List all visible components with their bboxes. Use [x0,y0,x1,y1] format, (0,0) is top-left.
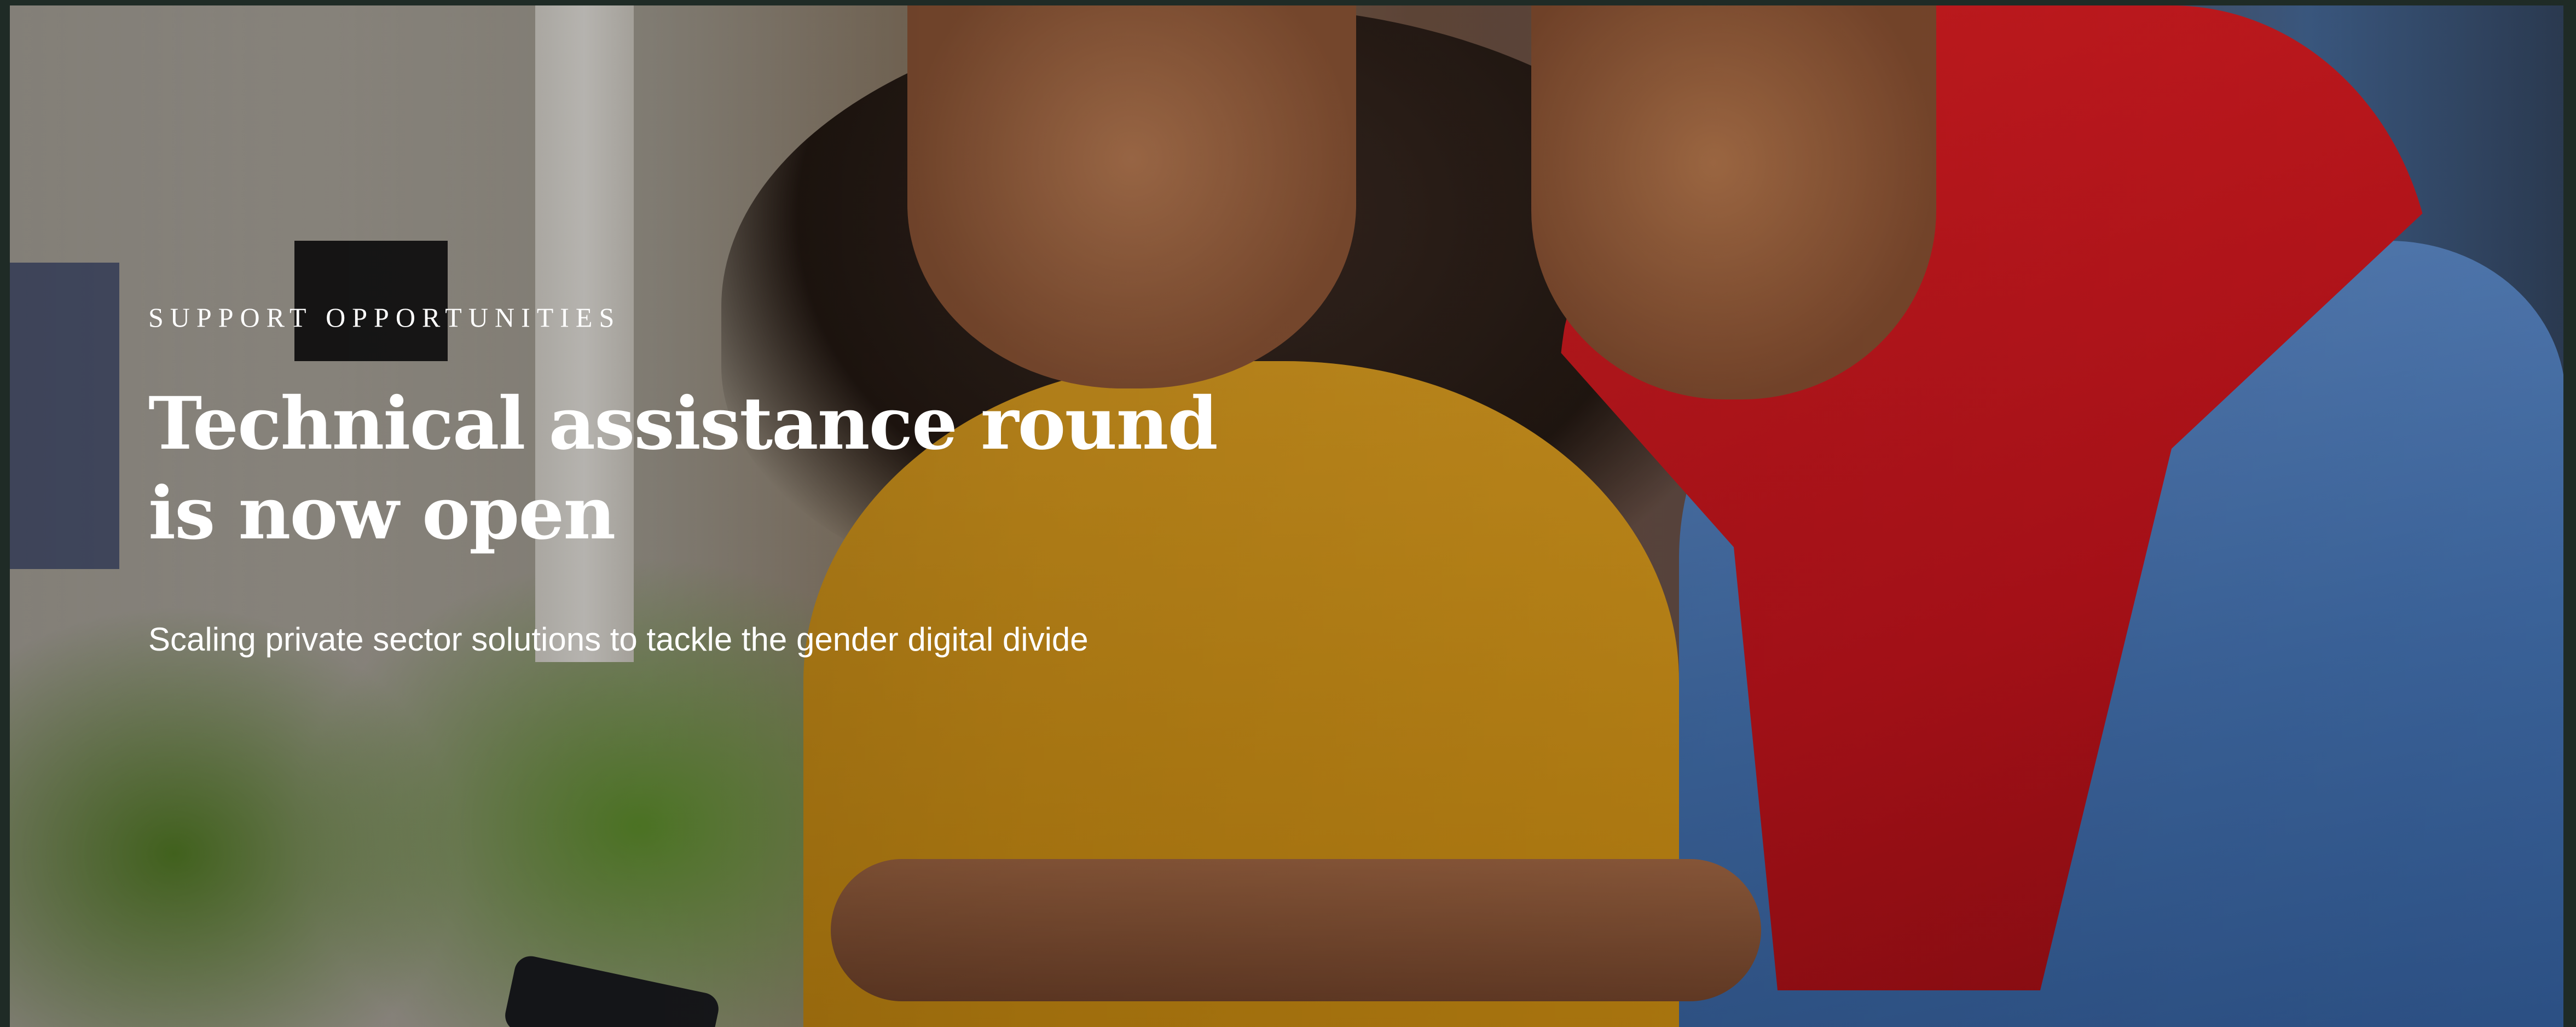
hero-subtitle: Scaling private sector solutions to tack… [148,621,1089,658]
hero-content: SUPPORT OPPORTUNITIES Technical assistan… [148,304,1352,659]
hero-eyebrow: SUPPORT OPPORTUNITIES [148,302,621,333]
hero-title: Technical assistance round is now open [148,381,1218,556]
hero-banner: SUPPORT OPPORTUNITIES Technical assistan… [10,5,2563,1027]
